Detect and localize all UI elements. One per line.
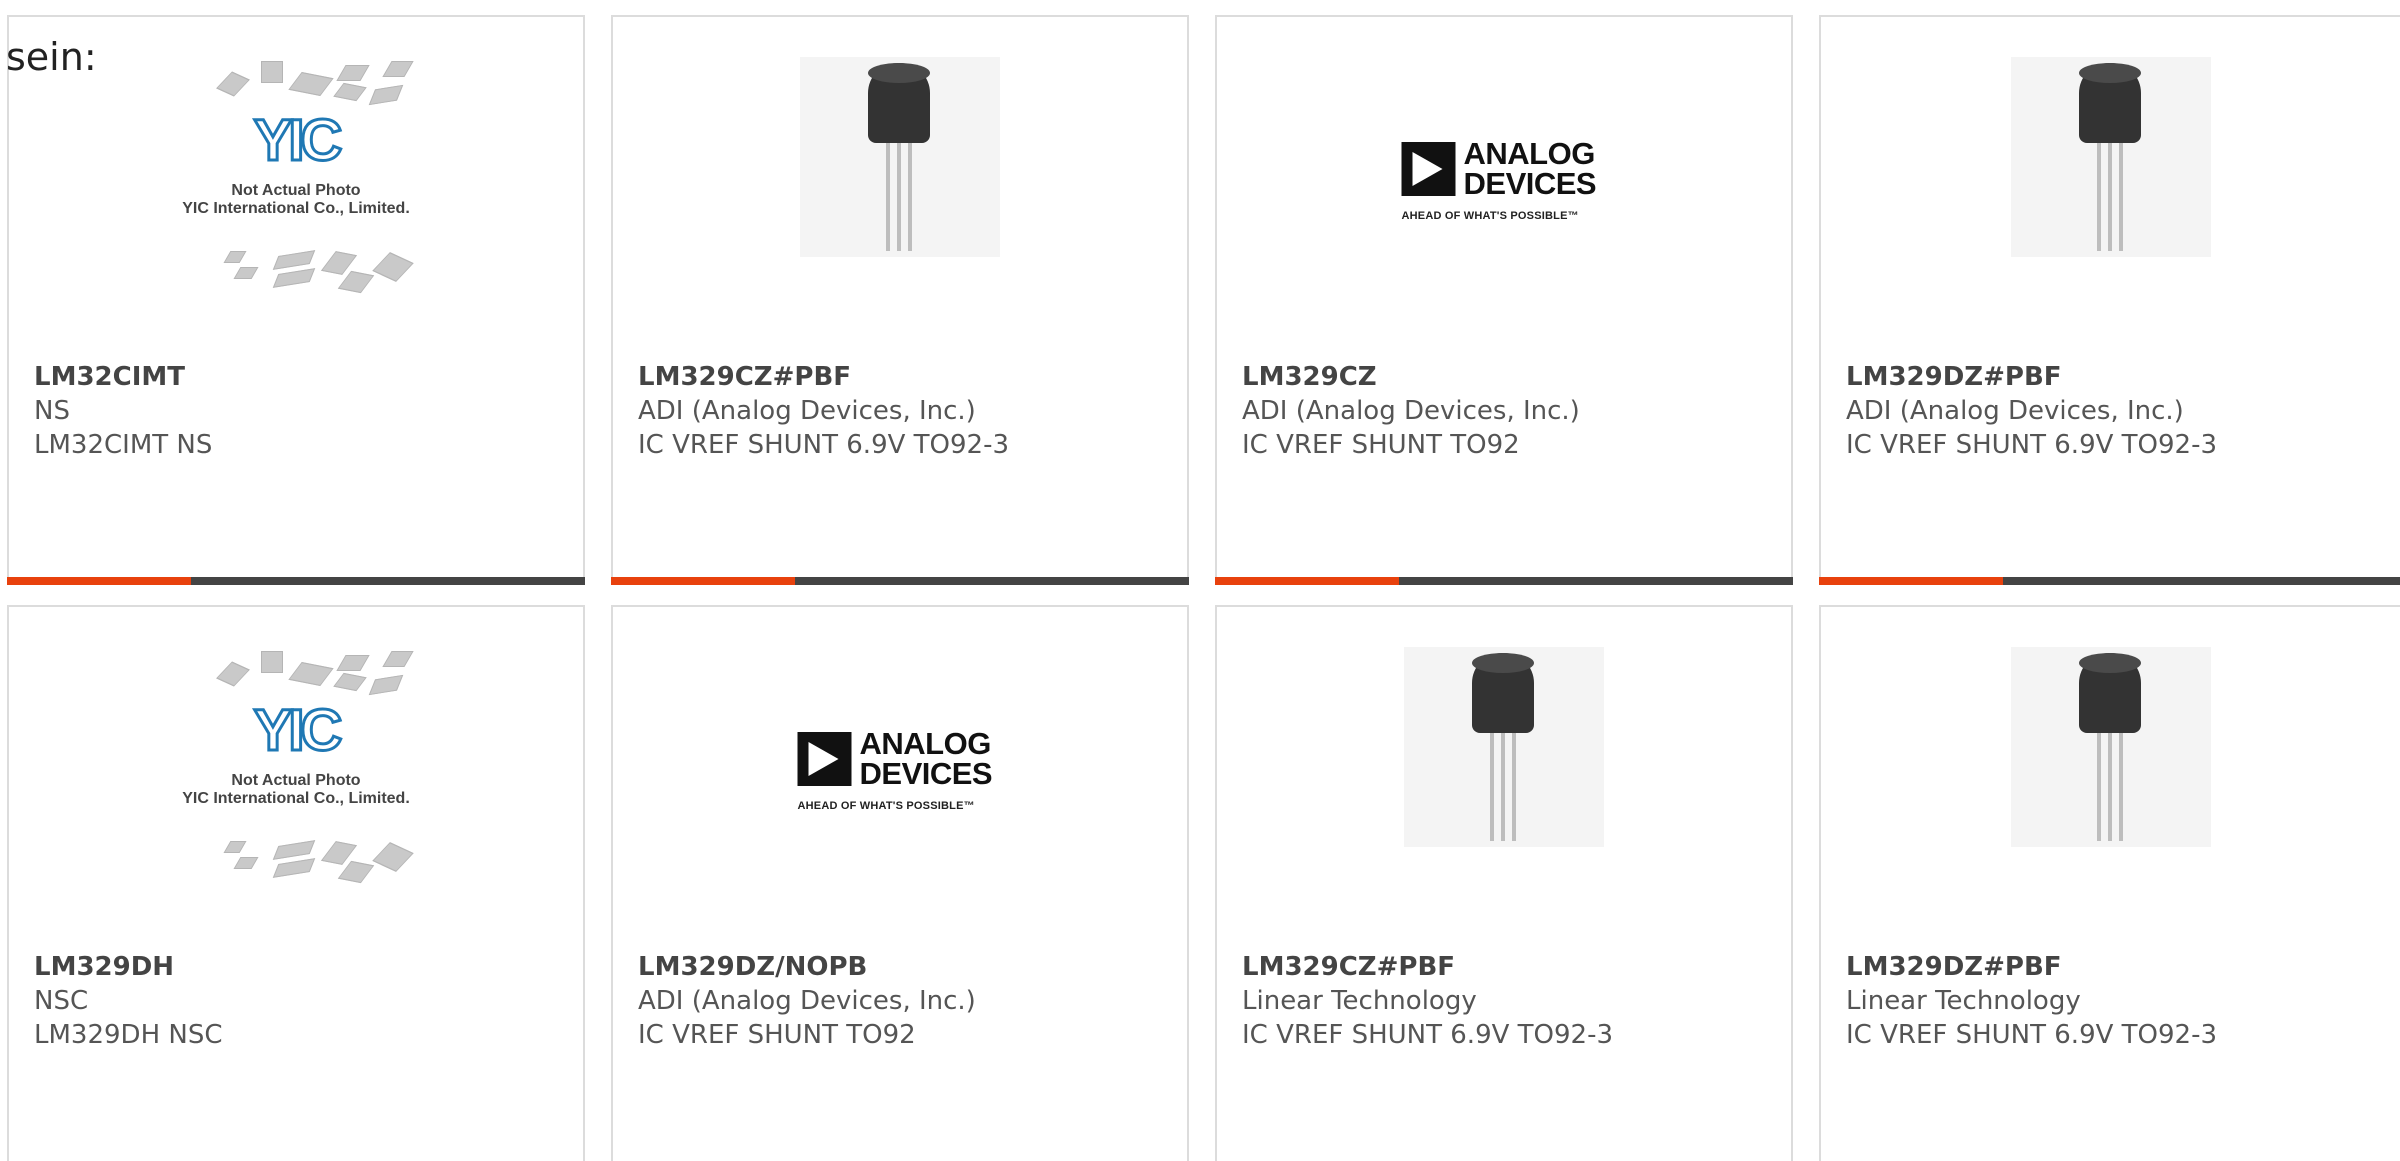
product-card[interactable]: YIC Not Actual Photo YIC International C…	[7, 15, 585, 585]
product-image[interactable]	[1217, 647, 1791, 907]
product-info: LM329DH NSC LM329DH NSC	[34, 950, 223, 1052]
manufacturer: Linear Technology	[1242, 986, 1477, 1016]
analog-devices-logo-icon: ANALOG DEVICES AHEAD OF WHAT'S POSSIBLE™	[1401, 136, 1597, 222]
product-image[interactable]	[1821, 647, 2400, 907]
description: IC VREF SHUNT 6.9V TO92-3	[1846, 430, 2218, 460]
product-info: LM32CIMT NS LM32CIMT NS	[34, 360, 212, 462]
transistor-photo-icon	[2010, 647, 2211, 847]
product-image[interactable]: YIC Not Actual Photo YIC International C…	[9, 647, 583, 907]
product-info: LM329DZ#PBF Linear Technology IC VREF SH…	[1846, 950, 2217, 1052]
transistor-photo-icon	[800, 57, 1000, 257]
manufacturer: NS	[34, 396, 70, 426]
part-number[interactable]: LM329CZ	[1242, 360, 1580, 394]
manufacturer: ADI (Analog Devices, Inc.)	[1242, 396, 1580, 426]
product-info: LM329CZ#PBF Linear Technology IC VREF SH…	[1242, 950, 1613, 1052]
part-number[interactable]: LM32CIMT	[34, 360, 212, 394]
yic-logo: YIC	[252, 698, 344, 763]
part-number[interactable]: LM329CZ#PBF	[638, 360, 1009, 394]
transistor-photo-icon	[2010, 57, 2211, 257]
description: IC VREF SHUNT 6.9V TO92-3	[1242, 1020, 1614, 1050]
description: IC VREF SHUNT 6.9V TO92-3	[1846, 1020, 2218, 1050]
product-card[interactable]: YIC Not Actual Photo YIC International C…	[7, 605, 585, 1161]
part-number[interactable]: LM329DZ/NOPB	[638, 950, 976, 984]
card-bottom-bar	[1819, 577, 2400, 585]
section-heading: sein:	[6, 35, 97, 79]
description: IC VREF SHUNT TO92	[638, 1020, 916, 1050]
product-card[interactable]: LM329DZ#PBF Linear Technology IC VREF SH…	[1819, 605, 2400, 1161]
product-info: LM329CZ ADI (Analog Devices, Inc.) IC VR…	[1242, 360, 1580, 462]
product-image[interactable]: YIC Not Actual Photo YIC International C…	[9, 57, 583, 317]
placeholder-caption: Not Actual Photo YIC International Co., …	[182, 182, 410, 217]
description: IC VREF SHUNT TO92	[1242, 430, 1520, 460]
card-bottom-bar	[611, 577, 1189, 585]
manufacturer: ADI (Analog Devices, Inc.)	[638, 986, 976, 1016]
product-info: LM329DZ#PBF ADI (Analog Devices, Inc.) I…	[1846, 360, 2217, 462]
description: LM32CIMT NS	[34, 430, 213, 460]
description: LM329DH NSC	[34, 1020, 223, 1050]
part-number[interactable]: LM329CZ#PBF	[1242, 950, 1613, 984]
part-number[interactable]: LM329DH	[34, 950, 223, 984]
analog-devices-logo-icon: ANALOG DEVICES AHEAD OF WHAT'S POSSIBLE™	[797, 726, 993, 812]
manufacturer: ADI (Analog Devices, Inc.)	[638, 396, 976, 426]
transistor-photo-icon	[1404, 647, 1604, 847]
placeholder-image-icon: YIC Not Actual Photo YIC International C…	[161, 647, 431, 897]
product-info: LM329CZ#PBF ADI (Analog Devices, Inc.) I…	[638, 360, 1009, 462]
product-card[interactable]: LM329DZ#PBF ADI (Analog Devices, Inc.) I…	[1819, 15, 2400, 585]
product-grid-page: sein: YIC Not Actual Photo YIC Internati…	[0, 0, 2400, 1161]
product-card[interactable]: ANALOG DEVICES AHEAD OF WHAT'S POSSIBLE™ …	[611, 605, 1189, 1161]
product-info: LM329DZ/NOPB ADI (Analog Devices, Inc.) …	[638, 950, 976, 1052]
manufacturer: ADI (Analog Devices, Inc.)	[1846, 396, 2184, 426]
product-image[interactable]: ANALOG DEVICES AHEAD OF WHAT'S POSSIBLE™	[1217, 57, 1791, 317]
yic-logo: YIC	[252, 108, 344, 173]
product-image[interactable]	[1821, 57, 2400, 317]
description: IC VREF SHUNT 6.9V TO92-3	[638, 430, 1010, 460]
placeholder-image-icon: YIC Not Actual Photo YIC International C…	[161, 57, 431, 307]
product-card[interactable]: LM329CZ#PBF ADI (Analog Devices, Inc.) I…	[611, 15, 1189, 585]
product-card[interactable]: LM329CZ#PBF Linear Technology IC VREF SH…	[1215, 605, 1793, 1161]
product-image[interactable]	[613, 57, 1187, 317]
card-bottom-bar	[7, 577, 585, 585]
manufacturer: NSC	[34, 986, 89, 1016]
card-bottom-bar	[1215, 577, 1793, 585]
product-image[interactable]: ANALOG DEVICES AHEAD OF WHAT'S POSSIBLE™	[613, 647, 1187, 907]
part-number[interactable]: LM329DZ#PBF	[1846, 950, 2217, 984]
placeholder-caption: Not Actual Photo YIC International Co., …	[182, 772, 410, 807]
part-number[interactable]: LM329DZ#PBF	[1846, 360, 2217, 394]
product-card[interactable]: ANALOG DEVICES AHEAD OF WHAT'S POSSIBLE™ …	[1215, 15, 1793, 585]
manufacturer: Linear Technology	[1846, 986, 2081, 1016]
